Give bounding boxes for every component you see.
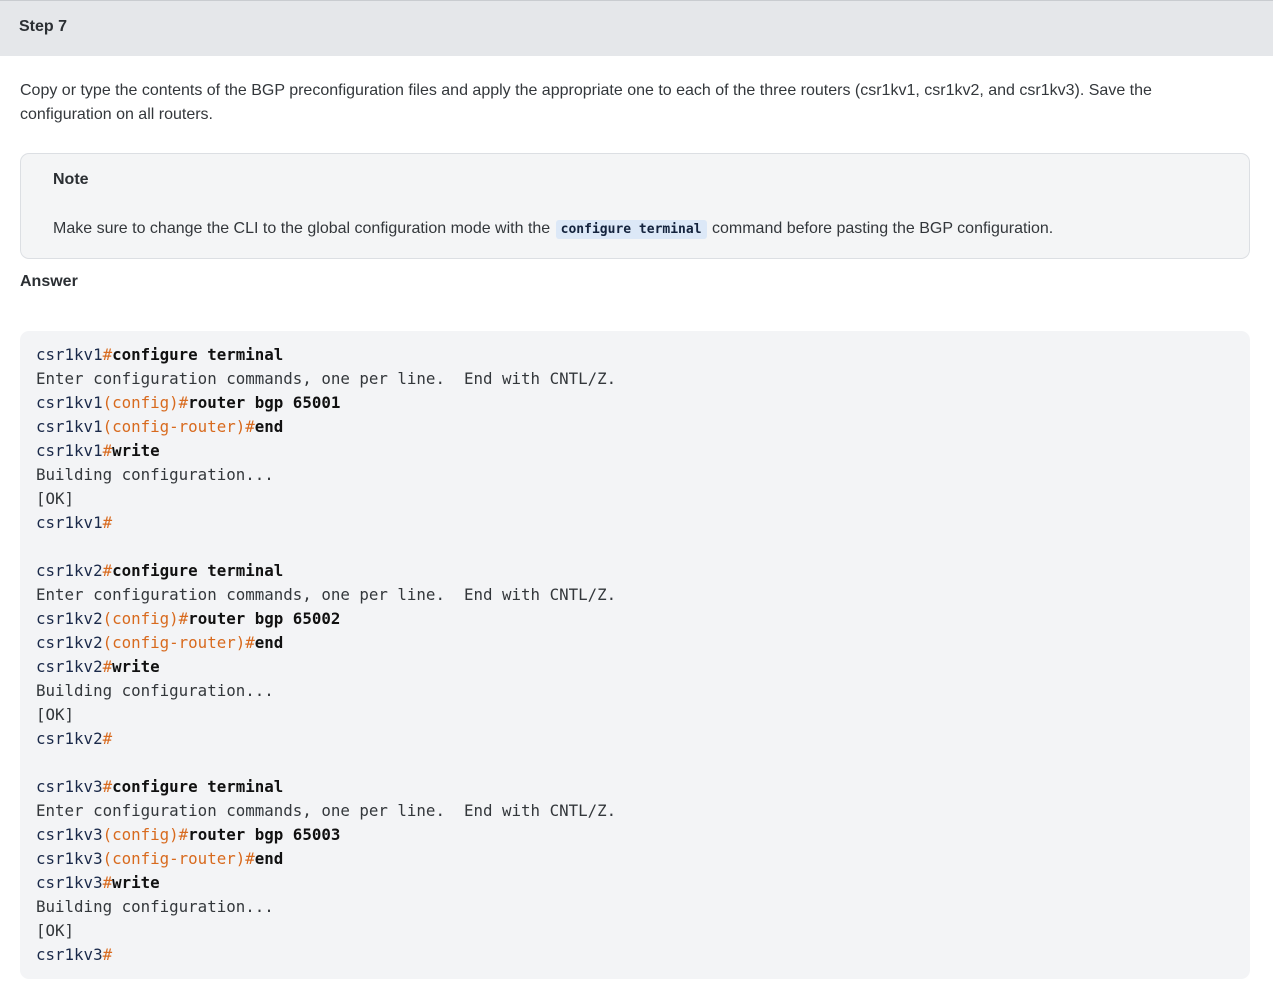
code-line: csr1kv1#write [36,439,1234,463]
code-line: Building configuration... [36,463,1234,487]
code-block[interactable]: csr1kv1#configure terminal Enter configur… [20,331,1250,979]
step-title: Step 7 [19,18,68,35]
code-segment-cmd: router bgp 65003 [188,825,341,844]
code-segment-mode: (config)# [102,825,189,844]
code-segment-hash: # [102,513,113,532]
code-segment-mode: (config)# [102,609,189,628]
code-line: csr1kv3#configure terminal [36,775,1234,799]
code-line: csr1kv3# [36,943,1234,967]
code-line: csr1kv2(config-router)#end [36,631,1234,655]
code-line: [OK] [36,703,1234,727]
code-line: csr1kv2# [36,727,1234,751]
code-segment-mode: (config)# [102,393,189,412]
code-segment-host: csr1kv2 [36,609,103,628]
code-segment-cmd: configure terminal [112,345,284,364]
code-lines: csr1kv1#configure terminal Enter configur… [36,343,1234,967]
code-segment-host: csr1kv2 [36,633,103,652]
code-segment-host: csr1kv3 [36,825,103,844]
code-line: csr1kv2#configure terminal [36,559,1234,583]
code-line: csr1kv1(config)#router bgp 65001 [36,391,1234,415]
code-line: csr1kv2(config)#router bgp 65002 [36,607,1234,631]
code-segment-hash: # [102,873,113,892]
code-line: csr1kv3#write [36,871,1234,895]
code-line: Enter configuration commands, one per li… [36,367,1234,391]
code-line: Enter configuration commands, one per li… [36,583,1234,607]
code-segment-mode: (config-router)# [102,633,255,652]
code-segment-host: csr1kv2 [36,729,103,748]
code-segment-host: csr1kv3 [36,873,103,892]
code-segment-host: csr1kv1 [36,417,103,436]
code-line: csr1kv1# [36,511,1234,535]
note-text-after: command before pasting the BGP configura… [712,220,1054,237]
code-line: Enter configuration commands, one per li… [36,799,1234,823]
code-line: csr1kv3(config-router)#end [36,847,1234,871]
code-segment-cmd: write [112,441,160,460]
code-segment-cmd: router bgp 65002 [188,609,341,628]
code-segment-host: csr1kv2 [36,561,103,580]
code-segment-hash: # [102,441,113,460]
code-segment-host: csr1kv1 [36,393,103,412]
code-line: [OK] [36,487,1234,511]
code-segment-out: Enter configuration commands, one per li… [36,369,617,388]
code-segment-hash: # [102,561,113,580]
code-segment-hash: # [102,777,113,796]
code-segment-cmd: end [254,633,284,652]
code-segment-host: csr1kv2 [36,657,103,676]
note-text: Make sure to change the CLI to the globa… [53,217,1053,242]
code-segment-out: Building configuration... [36,897,274,916]
code-segment-out: [OK] [36,489,75,508]
code-segment-out: Enter configuration commands, one per li… [36,585,617,604]
code-line: csr1kv2#write [36,655,1234,679]
code-segment-cmd: router bgp 65001 [188,393,341,412]
page: Step 7 Copy or type the contents of the … [0,0,1273,993]
code-segment-host: csr1kv1 [36,345,103,364]
note-title: Note [53,171,89,188]
code-line: csr1kv1#configure terminal [36,343,1234,367]
code-segment-host: csr1kv3 [36,777,103,796]
code-segment-host: csr1kv3 [36,849,103,868]
code-segment-mode: (config-router)# [102,417,255,436]
code-segment-cmd: write [112,873,160,892]
note-text-before: Make sure to change the CLI to the globa… [53,220,551,237]
answer-title: Answer [20,273,78,290]
code-segment-out: [OK] [36,705,75,724]
inline-code-configure-terminal: configure terminal [555,220,707,239]
code-segment-hash: # [102,729,113,748]
code-segment-cmd: write [112,657,160,676]
code-segment-cmd: configure terminal [112,777,284,796]
code-segment-mode: (config-router)# [102,849,255,868]
step-header: Step 7 [0,0,1273,56]
code-segment-out: [OK] [36,921,75,940]
intro-paragraph: Copy or type the contents of the BGP pre… [20,82,1152,123]
code-line: Building configuration... [36,895,1234,919]
code-line: [OK] [36,919,1234,943]
code-segment-cmd: end [254,417,284,436]
code-segment-host: csr1kv1 [36,513,103,532]
code-segment-hash: # [102,345,113,364]
note-box: Note Make sure to change the CLI to the … [20,153,1250,259]
code-segment-hash: # [102,945,113,964]
code-segment-out: Building configuration... [36,465,274,484]
code-line: csr1kv3(config)#router bgp 65003 [36,823,1234,847]
code-segment-host: csr1kv1 [36,441,103,460]
code-segment-cmd: end [254,849,284,868]
code-segment-out: Building configuration... [36,681,274,700]
code-line: csr1kv1(config-router)#end [36,415,1234,439]
code-segment-hash: # [102,657,113,676]
code-line: Building configuration... [36,679,1234,703]
code-segment-out: Enter configuration commands, one per li… [36,801,617,820]
code-segment-host: csr1kv3 [36,945,103,964]
code-segment-cmd: configure terminal [112,561,284,580]
